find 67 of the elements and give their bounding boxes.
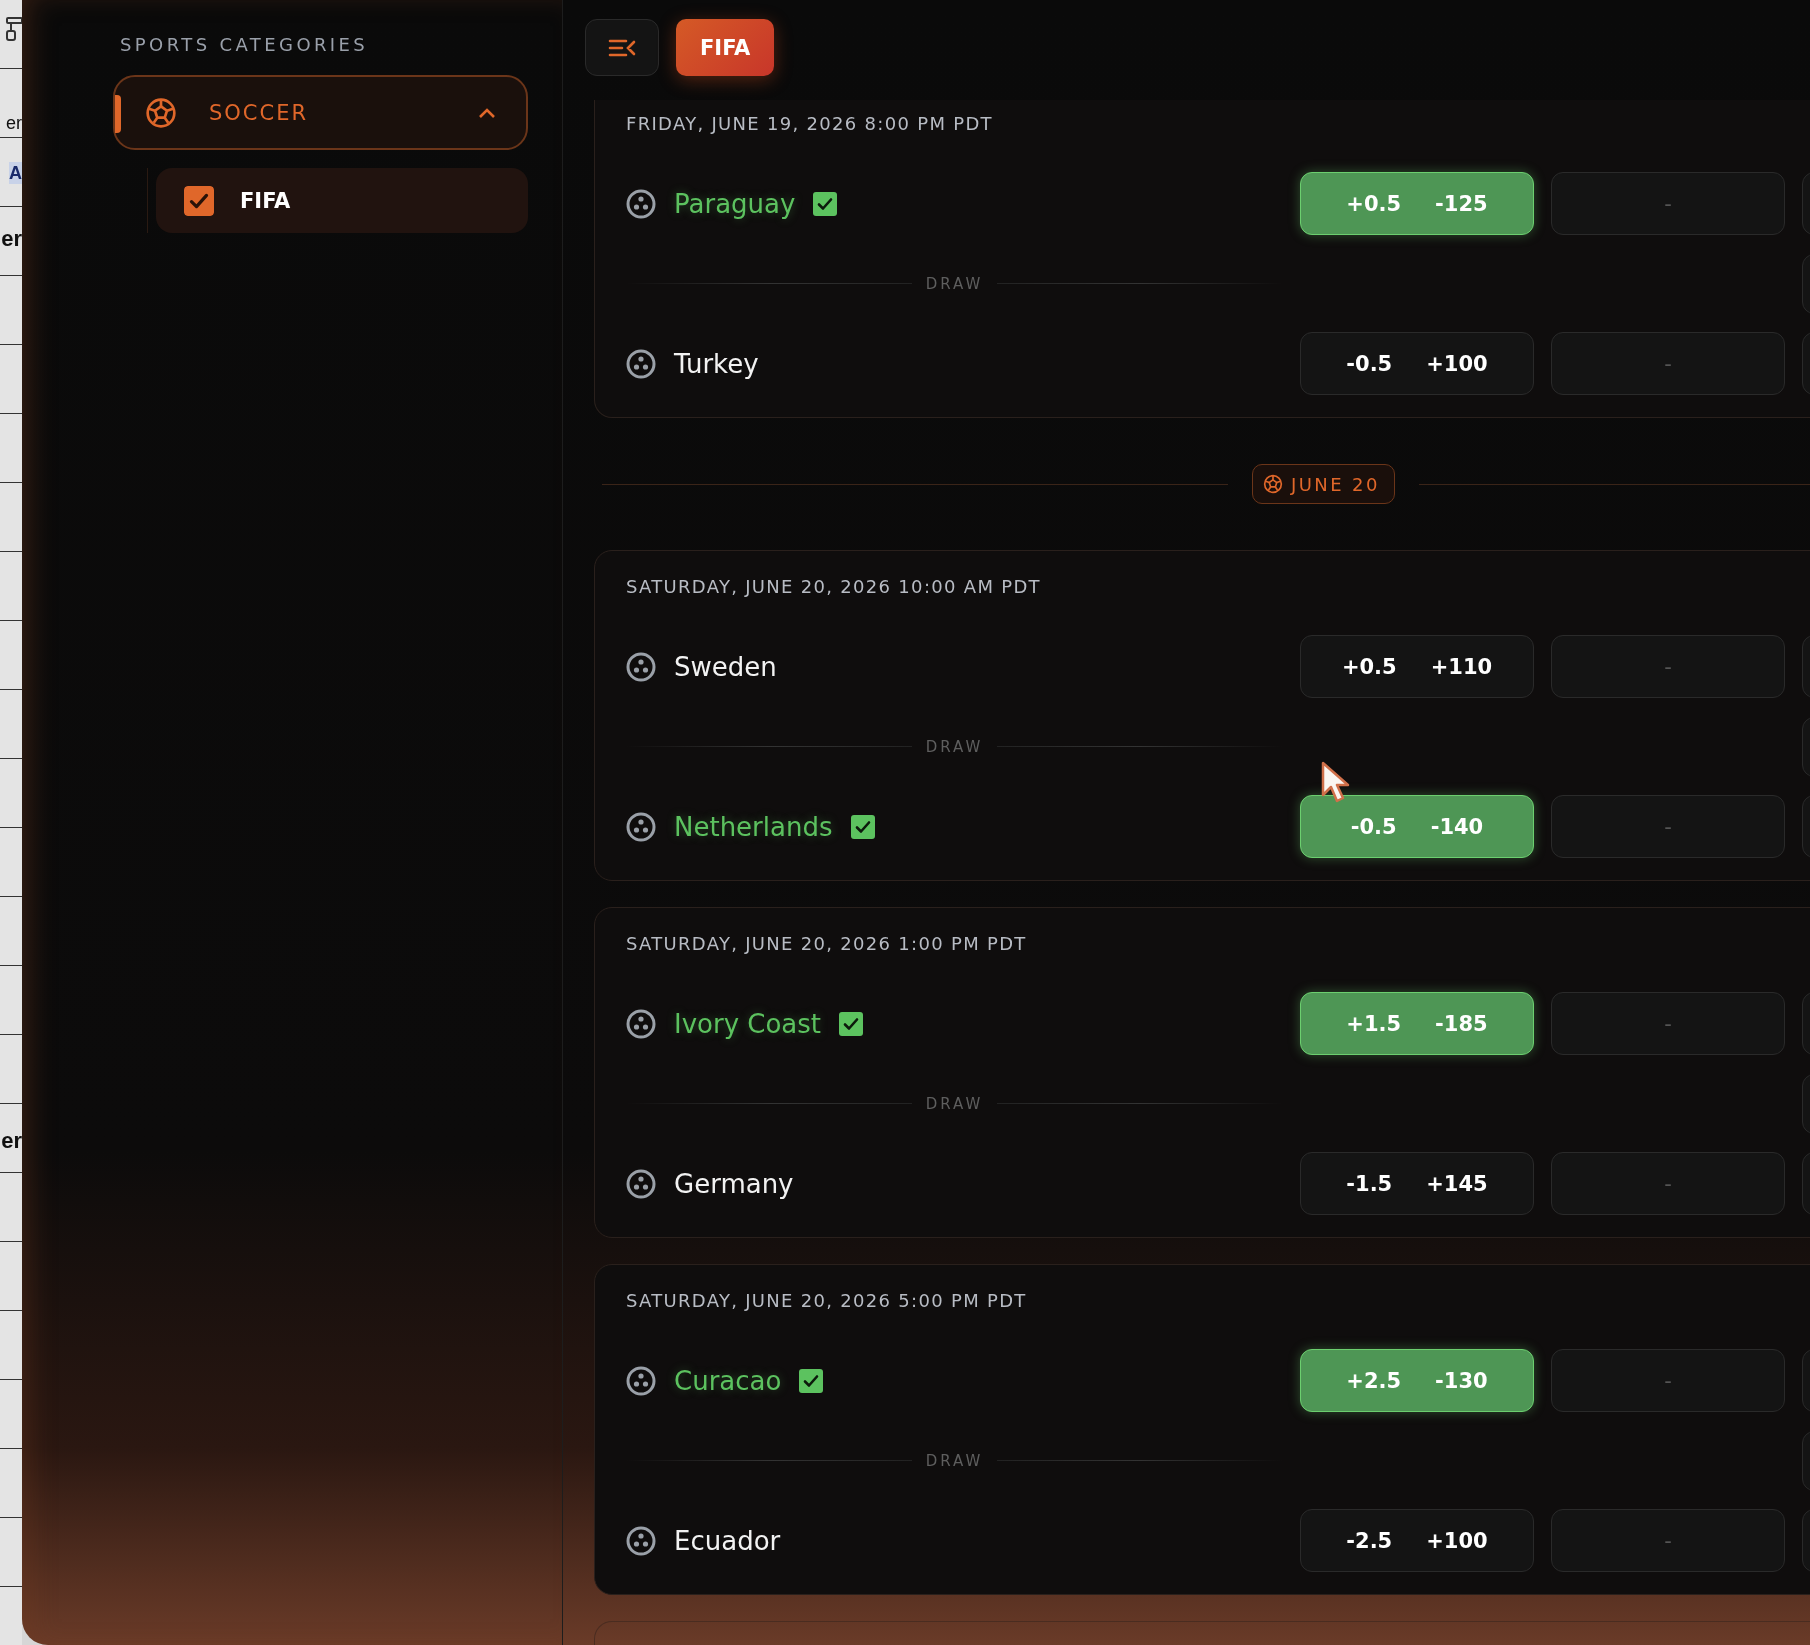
- category-item[interactable]: SOCCER: [113, 75, 528, 150]
- menu-icon: [608, 37, 636, 58]
- team-icon: [626, 1525, 656, 1556]
- team-name: Curacao: [674, 1365, 782, 1396]
- date-badge: JUNE 20: [1252, 464, 1395, 504]
- dash: -: [1664, 191, 1672, 216]
- checkbox[interactable]: [184, 185, 214, 216]
- odds-button[interactable]: -: [1551, 795, 1785, 858]
- odds-button[interactable]: -: [1551, 635, 1785, 698]
- odds-button[interactable]: -: [1551, 332, 1785, 395]
- odds-button[interactable]: -0.5 +100: [1300, 332, 1534, 395]
- checkbox[interactable]: [839, 1011, 864, 1036]
- soccer-ball-icon: [1263, 474, 1283, 494]
- draw-label: DRAW: [925, 274, 984, 293]
- odds-button[interactable]: +0.5 -125: [1300, 172, 1534, 235]
- window-text: A: [9, 162, 22, 184]
- team-name: Turkey: [674, 348, 759, 379]
- odds-button[interactable]: -2.5 +100: [1300, 1509, 1534, 1572]
- match-date: SATURDAY, JUNE 20, 2026 1:00 PM PDT: [626, 932, 1028, 956]
- dash: -: [1664, 654, 1672, 679]
- odds-button[interactable]: -: [1551, 1509, 1785, 1572]
- filter-tab[interactable]: FIFA: [676, 19, 775, 76]
- match-date: SATURDAY, JUNE 20, 2026 5:00 PM PDT: [626, 1289, 1028, 1313]
- checkbox[interactable]: [850, 814, 875, 839]
- team-icon: [626, 1365, 656, 1396]
- dash: -: [1664, 1368, 1672, 1393]
- team-name: Ivory Coast: [674, 1008, 822, 1039]
- odds-button[interactable]: +2.5 -130: [1300, 1349, 1534, 1412]
- match-date: SATURDAY, JUNE 20, 2026 10:00 AM PDT: [626, 575, 1042, 599]
- team-name: Paraguay: [674, 188, 796, 219]
- odds-button[interactable]: -: [1551, 1349, 1785, 1412]
- team-icon: [626, 348, 656, 379]
- dash: -: [1664, 1171, 1672, 1196]
- menu-button[interactable]: [585, 19, 659, 76]
- draw-label: DRAW: [925, 1451, 984, 1470]
- chevron-icon: [478, 106, 496, 119]
- team-icon: [626, 1008, 656, 1039]
- match-date: FRIDAY, JUNE 19, 2026 8:00 PM PDT: [626, 112, 994, 136]
- team-name: Netherlands: [674, 811, 833, 842]
- team-name: Germany: [674, 1168, 794, 1199]
- odds-button[interactable]: +1.5 -185: [1300, 992, 1534, 1055]
- dash: -: [1664, 1528, 1672, 1553]
- window-text: er: [1, 228, 22, 250]
- team-icon: [626, 651, 656, 682]
- team-name: Sweden: [674, 651, 777, 682]
- odds-button[interactable]: -: [1551, 992, 1785, 1055]
- soccer-ball-icon: [145, 96, 177, 129]
- dash: -: [1664, 351, 1672, 376]
- odds-button[interactable]: -1.5 +145: [1300, 1152, 1534, 1215]
- team-icon: [626, 188, 656, 219]
- odds-button[interactable]: +0.5 +110: [1300, 635, 1534, 698]
- dash: -: [1664, 814, 1672, 839]
- odds-button[interactable]: -: [1551, 172, 1785, 235]
- window-text: er: [6, 114, 22, 132]
- sidebar-heading: SPORTS CATEGORIES: [120, 34, 370, 55]
- window-text: er: [1, 1130, 22, 1152]
- subcategory-item[interactable]: FIFA: [156, 168, 528, 233]
- checkbox[interactable]: [799, 1368, 824, 1393]
- checkbox[interactable]: [813, 191, 838, 216]
- team-icon: [626, 811, 656, 842]
- draw-label: DRAW: [925, 1094, 984, 1113]
- odds-button[interactable]: -0.5 -140: [1300, 795, 1534, 858]
- draw-label: DRAW: [925, 737, 984, 756]
- dash: -: [1664, 1011, 1672, 1036]
- team-name: Ecuador: [674, 1525, 781, 1556]
- odds-button[interactable]: -: [1551, 1152, 1785, 1215]
- team-icon: [626, 1168, 656, 1199]
